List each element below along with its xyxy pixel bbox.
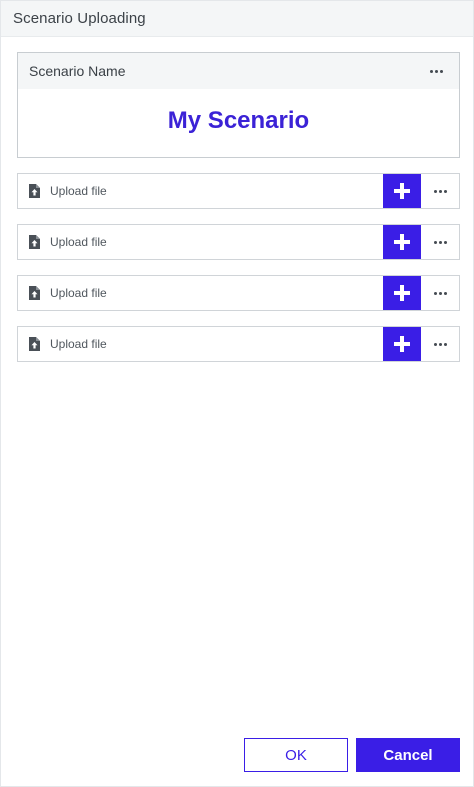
upload-row-more-icon[interactable]	[421, 174, 459, 208]
file-upload-icon	[28, 286, 40, 301]
plus-icon	[394, 336, 410, 352]
dialog-title: Scenario Uploading	[13, 10, 146, 27]
file-upload-icon	[28, 184, 40, 199]
upload-row-4: Upload file	[17, 326, 460, 362]
ok-button[interactable]: OK	[244, 738, 348, 772]
upload-file-label: Upload file	[50, 337, 107, 351]
upload-file-label: Upload file	[50, 184, 107, 198]
ellipsis-icon	[429, 232, 451, 252]
upload-file-label: Upload file	[50, 235, 107, 249]
upload-row-2: Upload file	[17, 224, 460, 260]
add-file-button[interactable]	[383, 225, 421, 259]
upload-row-more-icon[interactable]	[421, 225, 459, 259]
file-upload-icon	[28, 337, 40, 352]
ellipsis-icon	[429, 181, 451, 201]
scenario-upload-dialog: Scenario Uploading Scenario Name My Scen…	[0, 0, 474, 787]
add-file-button[interactable]	[383, 276, 421, 310]
upload-row-more-icon[interactable]	[421, 327, 459, 361]
dialog-header: Scenario Uploading	[1, 1, 473, 37]
upload-row-1: Upload file	[17, 173, 460, 209]
upload-row-3: Upload file	[17, 275, 460, 311]
plus-icon	[394, 234, 410, 250]
plus-icon	[394, 285, 410, 301]
scenario-name-header: Scenario Name	[18, 53, 459, 89]
ellipsis-icon	[429, 283, 451, 303]
add-file-button[interactable]	[383, 174, 421, 208]
plus-icon	[394, 183, 410, 199]
scenario-name-more-icon[interactable]	[425, 61, 447, 81]
scenario-name-value[interactable]: My Scenario	[18, 107, 459, 135]
add-file-button[interactable]	[383, 327, 421, 361]
upload-row-more-icon[interactable]	[421, 276, 459, 310]
scenario-name-card: Scenario Name My Scenario	[17, 52, 460, 158]
ellipsis-icon	[429, 334, 451, 354]
scenario-name-label: Scenario Name	[29, 63, 126, 79]
file-upload-icon	[28, 235, 40, 250]
cancel-button[interactable]: Cancel	[356, 738, 460, 772]
upload-file-label: Upload file	[50, 286, 107, 300]
